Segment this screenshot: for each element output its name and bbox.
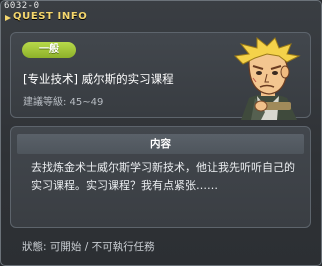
quest-description: 去找炼金术士威尔斯学习新技术，他让我先听听自己的实习课程。实习课程？我有点紧张……	[31, 161, 295, 192]
quest-type-badge: 一般	[22, 42, 76, 58]
npc-portrait-icon	[233, 36, 301, 120]
quest-status: 狀態: 可開始 / 不可執行任務	[22, 241, 155, 253]
quest-summary-panel: 一般 [专业技术] 威尔斯的实习课程 建議等級: 45~49	[10, 32, 311, 120]
content-header: 内容	[17, 134, 304, 154]
window-title: QUEST INFO	[13, 11, 88, 22]
quest-name: [专业技术] 威尔斯的实习课程	[23, 72, 174, 86]
quest-recommended-level: 建議等級: 45~49	[23, 97, 104, 108]
window-id-label: 6032-0	[4, 1, 40, 11]
quest-info-window: 6032-0 QUEST INFO 一般 [专业技术] 威尔斯的实习课程 建議等…	[0, 0, 322, 266]
arrow-icon	[5, 15, 11, 21]
quest-content-panel: 内容 去找炼金术士威尔斯学习新技术，他让我先听听自己的实习课程。实习课程？我有点…	[10, 126, 311, 228]
title-bar[interactable]: 6032-0 QUEST INFO	[1, 1, 321, 23]
